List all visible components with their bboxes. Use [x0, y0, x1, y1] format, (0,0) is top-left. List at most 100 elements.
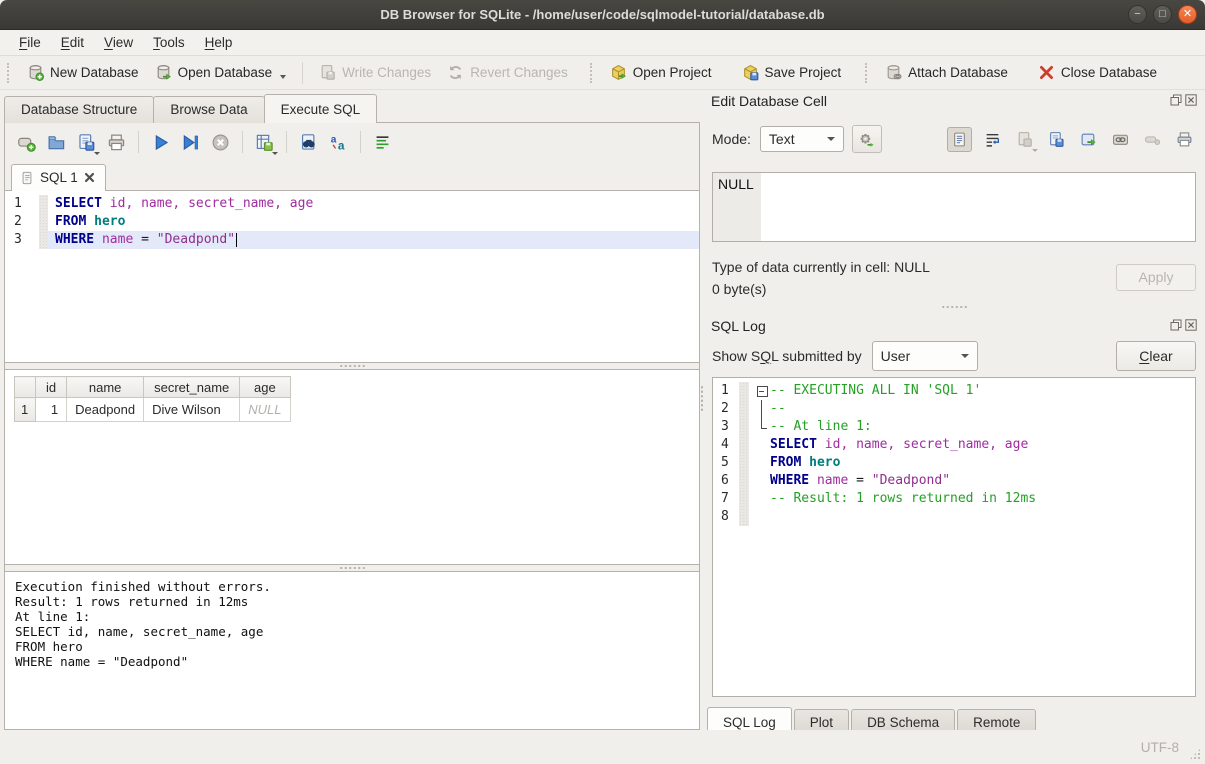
attach-database-button[interactable]: Attach Database	[877, 60, 1016, 85]
code-line[interactable]: 4SELECT id, name, secret_name, age	[713, 436, 1195, 454]
dock-splitter[interactable]	[703, 304, 1205, 310]
gear-icon	[858, 131, 875, 148]
toolbar-drag-handle[interactable]	[590, 63, 595, 83]
revert-changes-button[interactable]: Revert Changes	[439, 60, 576, 85]
menu-edit[interactable]: Edit	[52, 32, 93, 53]
cell-name[interactable]: Deadpond	[67, 398, 144, 422]
close-dock-icon[interactable]	[1185, 93, 1197, 109]
null-icon	[1144, 131, 1161, 148]
print-cell-button[interactable]	[1173, 128, 1196, 151]
code-line[interactable]: 8	[713, 508, 1195, 526]
save-results-dropdown-caret[interactable]	[272, 152, 278, 155]
word-wrap-button[interactable]	[981, 128, 1004, 151]
cell-value-editor[interactable]: NULL	[712, 172, 1196, 242]
code-line[interactable]: 2FROM hero	[5, 213, 699, 231]
new-sql-tab-button[interactable]	[15, 131, 38, 154]
close-dock-icon[interactable]	[1185, 318, 1197, 334]
code-line[interactable]: 6WHERE name = "Deadpond"	[713, 472, 1195, 490]
column-header-name[interactable]: name	[67, 377, 144, 398]
open-project-button[interactable]: Open Project	[602, 60, 720, 85]
code-line[interactable]: 1SELECT id, name, secret_name, age	[5, 195, 699, 213]
log-filter-select[interactable]: User	[872, 341, 978, 371]
save-sql-file-button[interactable]	[75, 131, 98, 154]
code-line[interactable]: 1-- EXECUTING ALL IN 'SQL 1'	[713, 382, 1195, 400]
float-dock-icon[interactable]	[1170, 93, 1182, 109]
menu-tools[interactable]: Tools	[144, 32, 194, 53]
code-line[interactable]: 2--	[713, 400, 1195, 418]
tab-browse-data[interactable]: Browse Data	[153, 96, 264, 123]
export-cell-button[interactable]	[1045, 128, 1068, 151]
execute-current-line-button[interactable]	[179, 131, 202, 154]
cell-secret_name[interactable]: Dive Wilson	[144, 398, 240, 422]
code-line[interactable]: 3-- At line 1:	[713, 418, 1195, 436]
sql1-tab[interactable]: SQL 1	[11, 164, 106, 191]
save-sql-dropdown-caret[interactable]	[94, 152, 100, 155]
mode-select[interactable]: Text	[760, 126, 844, 152]
minimize-button[interactable]: −	[1128, 5, 1147, 24]
text-mode-button[interactable]	[947, 127, 972, 152]
code-line[interactable]: 7-- Result: 1 rows returned in 12ms	[713, 490, 1195, 508]
copy-link-button[interactable]	[1109, 128, 1132, 151]
results-table[interactable]: idnamesecret_nameage11DeadpondDive Wilso…	[14, 376, 291, 422]
save-project-icon	[742, 64, 759, 81]
cell-age[interactable]: NULL	[240, 398, 290, 422]
column-header-id[interactable]: id	[36, 377, 67, 398]
toolbar-drag-handle[interactable]	[865, 63, 870, 83]
edit-cell-dock-header: Edit Database Cell	[703, 90, 1205, 112]
set-null-button[interactable]	[1141, 128, 1164, 151]
row-number[interactable]: 1	[15, 398, 36, 422]
print-sql-button[interactable]	[105, 131, 128, 154]
row-number-header[interactable]	[15, 377, 36, 398]
find-replace-button[interactable]	[297, 131, 320, 154]
import-cell-button[interactable]	[1013, 128, 1036, 151]
execute-all-button[interactable]	[149, 131, 172, 154]
sql-file-icon	[20, 171, 34, 185]
table-row[interactable]: 11DeadpondDive WilsonNULL	[15, 398, 291, 422]
tab-database-structure[interactable]: Database Structure	[4, 96, 154, 123]
stop-button[interactable]	[209, 131, 232, 154]
revert-changes-icon	[447, 64, 464, 81]
menu-help[interactable]: Help	[196, 32, 242, 53]
attach-database-icon	[885, 64, 902, 81]
find-icon	[299, 133, 318, 152]
open-sql-file-button[interactable]	[45, 131, 68, 154]
titlebar[interactable]: DB Browser for SQLite - /home/user/code/…	[0, 0, 1205, 30]
execute-line-icon	[181, 133, 200, 152]
open-database-button[interactable]: Open Database	[147, 60, 295, 85]
resize-grip[interactable]	[1189, 748, 1201, 760]
menu-file[interactable]: File	[10, 32, 50, 53]
close-button[interactable]: ✕	[1178, 5, 1197, 24]
cell-id[interactable]: 1	[36, 398, 67, 422]
clear-log-button[interactable]: Clear	[1116, 341, 1196, 371]
mode-label: Mode:	[712, 131, 751, 147]
maximize-button[interactable]: □	[1153, 5, 1172, 24]
save-project-button[interactable]: Save Project	[734, 60, 850, 85]
menu-view[interactable]: View	[95, 32, 142, 53]
save-results-button[interactable]	[253, 131, 276, 154]
fold-marker-icon[interactable]	[756, 382, 770, 400]
code-line[interactable]: 3WHERE name = "Deadpond"	[5, 231, 699, 249]
column-header-age[interactable]: age	[240, 377, 290, 398]
new-database-button[interactable]: New Database	[19, 60, 147, 85]
write-changes-button[interactable]: Write Changes	[311, 60, 439, 85]
float-dock-icon[interactable]	[1170, 318, 1182, 334]
close-database-button[interactable]: Close Database	[1030, 60, 1165, 85]
column-header-secret_name[interactable]: secret_name	[144, 377, 240, 398]
open-external-button[interactable]	[1077, 128, 1100, 151]
auto-completion-button[interactable]: aa	[327, 131, 350, 154]
sql-file-tab-bar: SQL 1	[5, 161, 699, 191]
close-tab-icon[interactable]	[84, 172, 95, 183]
sql-log-view[interactable]: 1-- EXECUTING ALL IN 'SQL 1'2--3-- At li…	[712, 377, 1196, 697]
toolbar-drag-handle[interactable]	[7, 63, 12, 83]
format-sql-button[interactable]	[371, 131, 394, 154]
cell-type-info: Type of data currently in cell: NULL	[712, 256, 930, 278]
status-bar: UTF-8	[0, 730, 1205, 764]
write-changes-icon	[319, 64, 336, 81]
apply-button[interactable]: Apply	[1116, 264, 1196, 291]
open-database-dropdown-caret[interactable]	[280, 75, 286, 79]
code-line[interactable]: 5FROM hero	[713, 454, 1195, 472]
sql-code-editor[interactable]: 1SELECT id, name, secret_name, age2FROM …	[5, 191, 699, 363]
auto-switch-mode-button[interactable]	[852, 125, 882, 153]
tab-execute-sql[interactable]: Execute SQL	[264, 94, 378, 123]
svg-text:a: a	[331, 134, 337, 145]
